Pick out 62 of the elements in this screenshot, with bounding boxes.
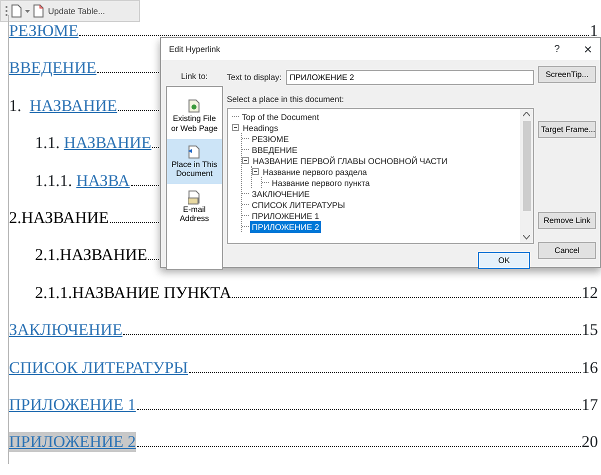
scroll-down-icon <box>523 235 530 240</box>
link-to-option[interactable]: E-mail Address <box>167 184 222 230</box>
tree-item[interactable]: НАЗВАНИЕ ПЕРВОЙ ГЛАВЫ ОСНОВНОЙ ЧАСТИ <box>250 154 450 168</box>
collapse-icon[interactable] <box>252 168 259 176</box>
collapse-icon[interactable] <box>232 124 239 132</box>
document-arrow-icon <box>188 144 200 160</box>
collapse-icon[interactable] <box>242 157 249 164</box>
toc-entry: 2.НАЗВАНИЕ <box>9 208 109 228</box>
update-table-button[interactable]: Update Table... <box>33 4 106 18</box>
tree-item[interactable]: ВВЕДЕНИЕ <box>250 144 300 156</box>
page-number: 17 <box>582 394 598 415</box>
toc-link[interactable]: ПРИЛОЖЕНИЕ 1 <box>9 394 136 415</box>
page-icon <box>11 4 22 18</box>
close-button[interactable]: × <box>584 42 592 56</box>
text-to-display-label: Text to display: <box>226 71 282 84</box>
place-label: Select a place in this document: <box>226 93 345 106</box>
link-to-label: Link to: <box>180 70 209 82</box>
page-number: 20 <box>582 432 598 452</box>
grip-icon <box>5 5 8 17</box>
scroll-up-icon <box>523 112 530 118</box>
toc-link[interactable]: НАЗВАНИЕ <box>64 133 152 154</box>
tree-item[interactable]: СПИСОК ЛИТЕРАТУРЫ <box>250 198 348 212</box>
help-button[interactable]: ? <box>554 42 560 56</box>
target-frame-button[interactable]: Target Frame... <box>538 121 596 138</box>
toc-link[interactable]: СПИСОК ЛИТЕРАТУРЫ <box>9 358 188 378</box>
tree-item[interactable]: ПРИЛОЖЕНИЕ 1 <box>250 210 322 222</box>
toc-entry: 2.1.НАЗВАНИЕ <box>35 245 148 266</box>
scroll-thumb[interactable] <box>522 121 530 212</box>
tree-item[interactable]: ЗАКЛЮЧЕНИЕ <box>250 188 312 200</box>
toc-link[interactable]: ВВЕДЕНИЕ <box>9 58 96 78</box>
globe-page-icon <box>188 99 200 114</box>
caret-icon <box>25 10 30 12</box>
link-to-option[interactable]: Existing File or Web Page <box>167 93 222 139</box>
ok-button[interactable]: OK <box>478 252 530 270</box>
tree-item[interactable]: Top of the Document <box>240 110 322 124</box>
page-number: 1 <box>590 21 598 41</box>
page-number: 15 <box>582 320 598 340</box>
link-to-option[interactable]: Place in This Document <box>167 138 222 184</box>
page-icon <box>33 4 44 18</box>
toc-link[interactable]: ЗАКЛЮЧЕНИЕ <box>9 320 122 340</box>
toc-number: 1. <box>9 96 22 116</box>
remove-link-button[interactable]: Remove Link <box>538 212 596 229</box>
scrollbar[interactable] <box>520 109 533 244</box>
page-number: 16 <box>582 358 598 378</box>
toc-link[interactable]: НАЗВА <box>76 170 130 191</box>
screentip-button[interactable]: ScreenTip... <box>538 66 596 83</box>
toc-number: 1.1. <box>35 133 61 154</box>
page-number: 12 <box>582 282 598 303</box>
envelope-page-icon <box>188 190 200 206</box>
tree-item[interactable]: ПРИЛОЖЕНИЕ 2 <box>250 220 322 234</box>
toc-entry: 2.1.1.НАЗВАНИЕ ПУНКТА <box>35 282 232 303</box>
text-display-field[interactable]: ПРИЛОЖЕНИЕ 2 <box>286 70 534 85</box>
dialog-title: Edit Hyperlink <box>169 42 222 56</box>
toc-link[interactable]: РЕЗЮМЕ <box>9 21 78 41</box>
tree-item[interactable]: Название первого пункта <box>270 176 372 190</box>
place-list[interactable]: Top of the Document Headings РЕЗЮМЕ ВВЕДЕНИЕ НАЗВАНИЕ ПЕРВОЙ ГЛАВЫ ОСНОВНОЙ ЧАСТИ Название первого раздела Название первого пункта ЗАКЛЮЧЕНИЕ СПИСОК ЛИТЕРАТУРЫ ПРИЛОЖЕНИЕ 1 ПРИЛОЖЕНИЕ 2 <box>226 108 534 244</box>
toc-number: 1.1.1. <box>35 170 74 191</box>
tree-item[interactable]: РЕЗЮМЕ <box>250 132 291 146</box>
toc-link[interactable]: НАЗВАНИЕ <box>30 96 118 116</box>
cancel-button[interactable]: Cancel <box>538 242 596 259</box>
tree-item[interactable]: Headings <box>240 122 280 134</box>
tree-item[interactable]: Название первого раздела <box>260 166 369 178</box>
